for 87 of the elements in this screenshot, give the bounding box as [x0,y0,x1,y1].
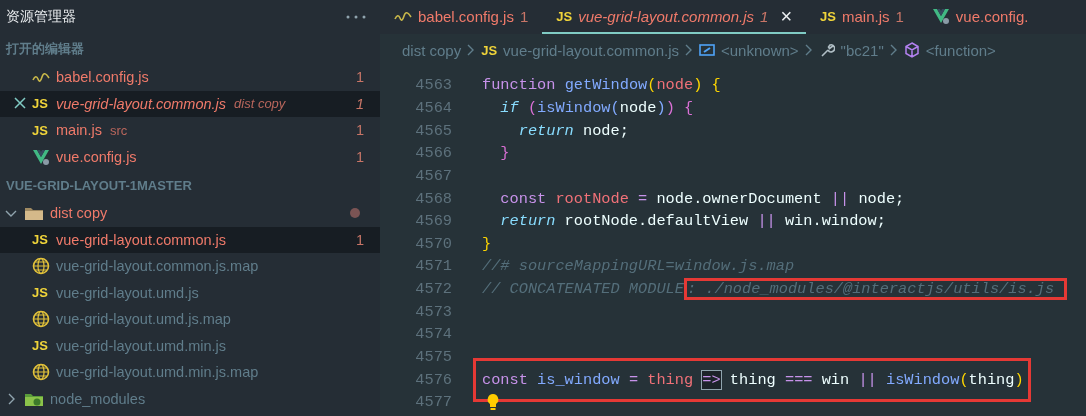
js-icon: JS [32,232,50,248]
js-icon: JS [556,8,573,24]
editor-tab[interactable]: babel.config.js 1 [380,0,543,34]
problem-count: 1 [355,69,364,86]
js-icon: JS [820,8,836,24]
close-button[interactable]: × [780,4,793,28]
file-name: vue-grid-layout.umd.js.map [56,311,231,328]
line-number: 4563 [414,76,453,95]
file-path: dist copy [234,96,286,112]
file-item[interactable]: vue-grid-layout.umd.js.map [0,306,380,333]
explorer-title: 资源管理器 [6,8,76,26]
folder-name: dist copy [50,205,108,222]
open-editor-item[interactable]: babel.config.js 1 [0,64,380,91]
section-header[interactable]: 打开的编辑器 [0,34,380,64]
line-number: 4568 [414,189,453,208]
editor-tab[interactable]: JS main.js 1 [806,0,918,34]
code-line: } [482,233,492,255]
line-number: 4569 [414,212,453,231]
globe-icon [32,257,50,276]
close-icon [14,96,26,109]
line-number: 4567 [414,166,453,185]
problem-count: 1 [355,122,364,139]
folder-icon [24,205,44,222]
code-line: const rootNode = node.ownerDocument || node; [499,188,905,210]
line-number: 4564 [414,98,453,117]
js-icon: JS [32,122,50,138]
code-line: return rootNode.defaultView || win.window; [499,211,886,233]
file-path: src [109,122,128,138]
globe-icon [32,310,50,329]
editor-tab[interactable]: vue.config. [917,0,1043,34]
js-icon: JS [481,42,498,58]
line-number: 4575 [414,348,453,366]
open-editor-item[interactable]: JS main.js src 1 [0,117,380,144]
problem-count: 1 [355,95,364,112]
breadcrumb-item[interactable]: <function> [903,41,996,59]
file-name: main.js [56,122,102,139]
file-name: vue-grid-layout.common.js [56,95,227,112]
file-name: vue-grid-layout.umd.min.js [56,337,227,354]
chevron-right-icon [803,44,814,56]
file-name: vue-grid-layout.umd.js [56,284,199,301]
breadcrumb-item[interactable]: "bc21" [818,41,884,59]
file-item[interactable]: node_modules [0,385,380,412]
line-number: 4565 [414,121,453,140]
file-item[interactable]: JS vue-grid-layout.common.js 1 [0,226,380,253]
globe-icon [32,363,50,382]
line-number: 4571 [414,257,453,276]
line-number: 4574 [414,325,453,344]
js-icon: JS [32,338,50,354]
problem-count: 1 [355,148,364,165]
code-line: //# sourceMappingURL=window.js.map [482,256,795,278]
code-line: function getWindow(node) { [482,75,721,97]
code-line: return node; [517,120,629,142]
file-name: vue-grid-layout.common.js [56,231,227,248]
problem-count: 1 [355,231,364,248]
breadcrumb-item[interactable]: dist copy [402,41,462,59]
editor-tab[interactable]: JS vue-grid-layout.common.js 1 × [542,0,807,34]
file-name: vue-grid-layout.common.js.map [56,258,259,275]
chevron-right-icon [888,44,899,56]
line-number: 4570 [414,234,453,253]
open-editor-item[interactable]: JS vue-grid-layout.common.js dist copy 1 [0,90,380,117]
line-number: 4577 [414,393,453,412]
line-number: 4566 [414,144,453,163]
line-number: 4576 [414,370,453,389]
brackets-icon [699,43,715,57]
section-header[interactable]: VUE-GRID-LAYOUT-1MASTER [0,170,380,200]
cube-icon [903,42,920,58]
file-name: vue.config.js [56,148,137,165]
chevron-right-icon [684,44,694,56]
code-line: if (isWindow(node)) { [499,97,694,119]
code-line: } [499,143,510,165]
folder-item[interactable]: dist copy [0,200,380,227]
more-icon [346,15,366,19]
file-item[interactable]: JS vue-grid-layout.umd.min.js [0,332,380,359]
line-number: 4573 [414,302,453,321]
js-icon: JS [32,96,50,112]
breadcrumb-item[interactable]: JS vue-grid-layout.common.js [481,41,679,59]
breadcrumb-item[interactable]: <unknown> [699,41,799,59]
folder-name: node_modules [50,390,146,407]
file-name: babel.config.js [56,69,149,86]
file-item[interactable]: JS vue-grid-layout.umd.js [0,279,380,306]
file-name: vue-grid-layout.umd.min.js.map [56,364,259,381]
js-icon: JS [32,285,50,301]
line-number: 4572 [414,280,453,299]
code-line: // CONCATENATED MODULE : ./node_modules/@interactjs/utils/is.js [482,277,1068,301]
file-item[interactable]: vue-grid-layout.umd.min.js.map [0,359,380,386]
file-item[interactable]: vue-grid-layout.common.js.map [0,253,380,280]
open-editor-item[interactable]: vue.config.js 1 [0,143,380,170]
